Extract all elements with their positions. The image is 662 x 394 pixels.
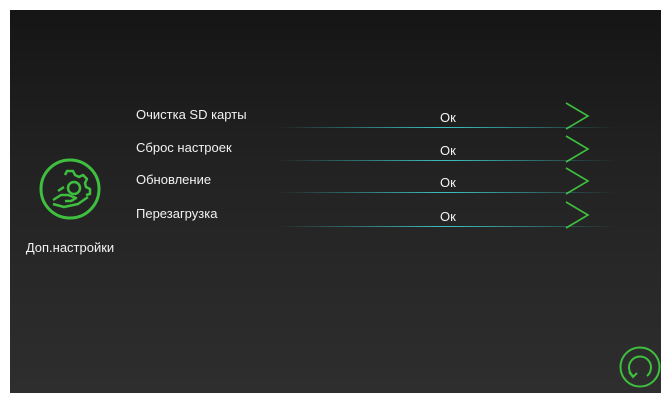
menu-item-label: Обновление xyxy=(136,172,212,187)
menu-item-update[interactable]: Обновление Ок xyxy=(136,166,616,196)
row-divider xyxy=(276,226,616,227)
menu-item-value[interactable]: Ок xyxy=(440,175,456,190)
menu-item-value[interactable]: Ок xyxy=(440,110,456,125)
row-divider xyxy=(276,160,616,161)
menu-item-label: Очистка SD карты xyxy=(136,107,247,122)
menu-item-label: Перезагрузка xyxy=(136,206,218,221)
back-circle-icon[interactable] xyxy=(619,346,661,388)
settings-gear-hand-icon xyxy=(39,158,101,220)
sidebar-label: Доп.настройки xyxy=(25,240,115,255)
menu-item-label: Сброс настроек xyxy=(136,140,232,155)
menu-item-reset-settings[interactable]: Сброс настроек Ок xyxy=(136,134,616,164)
row-divider xyxy=(276,127,616,128)
menu-item-reboot[interactable]: Перезагрузка Ок xyxy=(136,200,616,230)
row-divider xyxy=(276,192,616,193)
settings-screen: Доп.настройки Очистка SD карты Ок Сброс … xyxy=(10,10,661,393)
menu-item-clear-sd[interactable]: Очистка SD карты Ок xyxy=(136,101,616,131)
menu-item-value[interactable]: Ок xyxy=(440,209,456,224)
menu-item-value[interactable]: Ок xyxy=(440,143,456,158)
